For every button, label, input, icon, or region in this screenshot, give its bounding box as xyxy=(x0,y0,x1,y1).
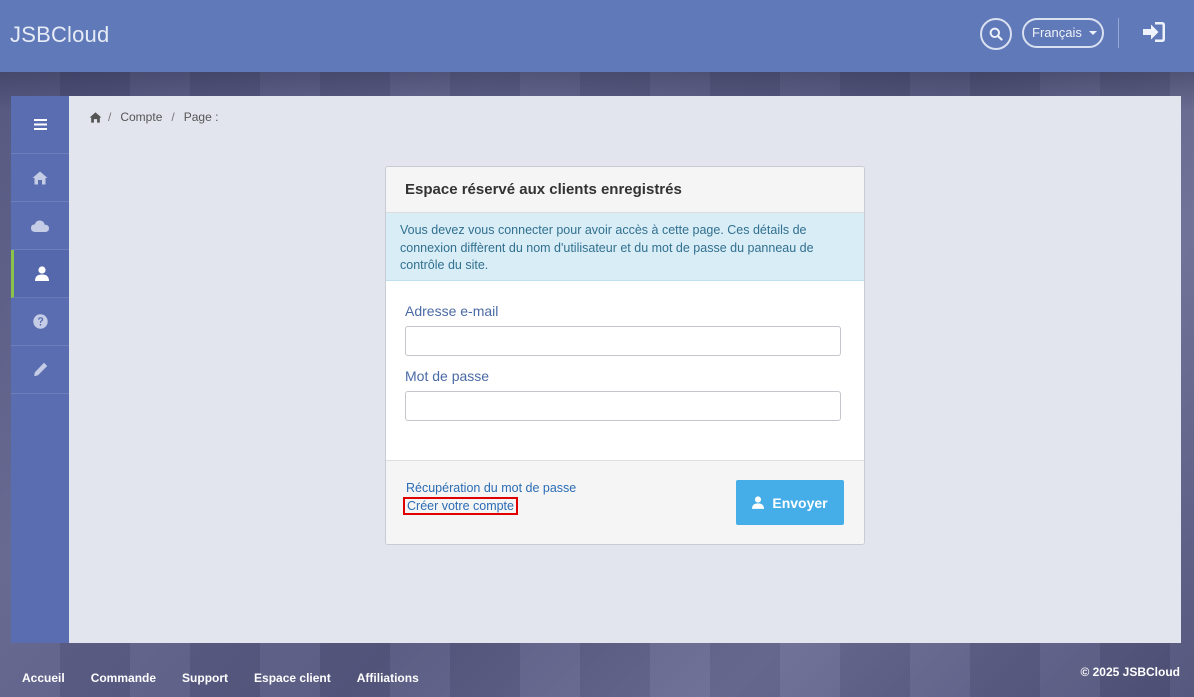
sidebar-item-edit[interactable] xyxy=(11,346,69,394)
email-label: Adresse e-mail xyxy=(405,303,499,319)
login-form: Adresse e-mail Mot de passe xyxy=(386,281,864,460)
cloud-icon xyxy=(31,219,49,232)
top-navbar: JSBCloud Français xyxy=(0,0,1194,72)
breadcrumb-item-compte[interactable]: Compte xyxy=(120,110,162,124)
breadcrumb: / Compte / Page : xyxy=(89,110,218,124)
sidebar xyxy=(11,96,69,643)
password-label: Mot de passe xyxy=(405,368,490,384)
forgot-password-link[interactable]: Récupération du mot de passe xyxy=(406,481,576,495)
sign-in-icon[interactable] xyxy=(1142,21,1166,43)
site-logo[interactable]: JSBCloud xyxy=(10,22,109,48)
chevron-down-icon xyxy=(1089,31,1097,35)
footer-link-accueil[interactable]: Accueil xyxy=(22,671,65,685)
search-icon xyxy=(989,27,1003,41)
header-divider xyxy=(1118,18,1119,48)
login-card: Espace réservé aux clients enregistrés V… xyxy=(385,166,865,545)
footer-nav: Accueil Commande Support Espace client A… xyxy=(22,671,445,685)
footer-link-espace-client[interactable]: Espace client xyxy=(254,671,331,685)
question-icon xyxy=(32,314,48,329)
create-account-link[interactable]: Créer votre compte xyxy=(403,497,518,515)
home-icon[interactable] xyxy=(89,111,102,123)
language-dropdown[interactable]: Français xyxy=(1022,18,1104,48)
copyright: © 2025 JSBCloud xyxy=(1080,665,1180,679)
language-label: Français xyxy=(1032,25,1082,40)
submit-button[interactable]: Envoyer xyxy=(736,480,844,525)
login-info-alert: Vous devez vous connecter pour avoir acc… xyxy=(386,213,864,281)
login-card-footer: Récupération du mot de passe Créer votre… xyxy=(386,460,864,544)
home-icon xyxy=(32,171,48,184)
footer-link-commande[interactable]: Commande xyxy=(91,671,156,685)
breadcrumb-separator: / xyxy=(108,110,112,124)
sidebar-menu-toggle[interactable] xyxy=(11,96,69,154)
password-field[interactable] xyxy=(405,391,841,421)
footer-link-affiliations[interactable]: Affiliations xyxy=(357,671,419,685)
submit-button-label: Envoyer xyxy=(772,494,828,511)
breadcrumb-separator: / xyxy=(171,110,175,124)
user-icon xyxy=(752,496,765,509)
sidebar-item-cloud[interactable] xyxy=(11,202,69,250)
email-field[interactable] xyxy=(405,326,841,356)
search-button[interactable] xyxy=(980,18,1012,50)
breadcrumb-item-page: Page : xyxy=(183,110,219,124)
login-card-title: Espace réservé aux clients enregistrés xyxy=(386,167,864,213)
menu-icon xyxy=(33,119,47,130)
sidebar-item-account[interactable] xyxy=(11,250,69,298)
sidebar-item-help[interactable] xyxy=(11,298,69,346)
sidebar-item-home[interactable] xyxy=(11,154,69,202)
pencil-icon xyxy=(33,362,47,377)
main-content: / Compte / Page : Espace réservé aux cli… xyxy=(69,96,1181,643)
user-icon xyxy=(34,266,49,281)
footer-link-support[interactable]: Support xyxy=(182,671,228,685)
